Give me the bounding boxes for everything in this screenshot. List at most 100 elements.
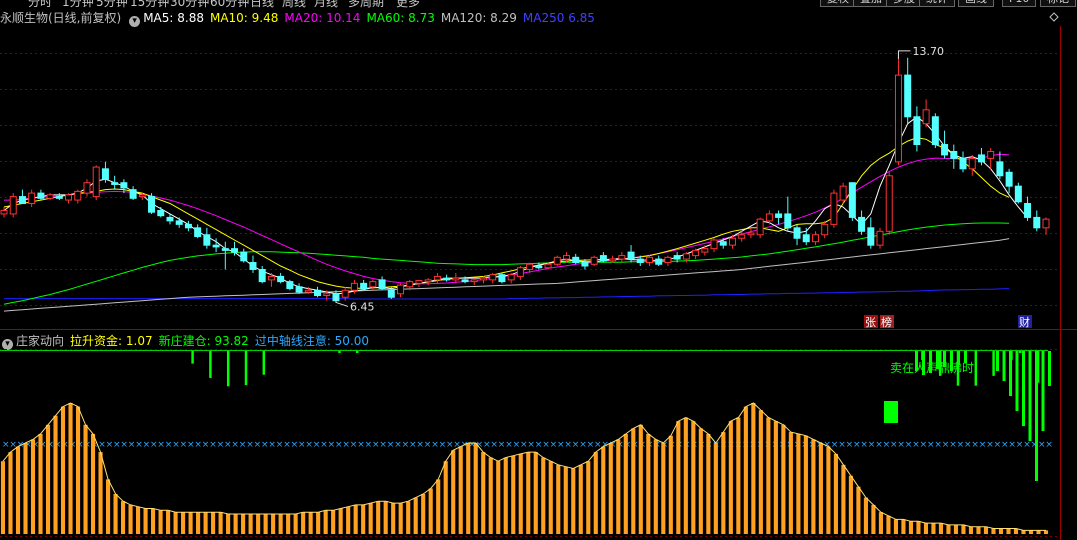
ma10-line [3,137,1010,289]
candle-body [830,192,838,225]
lasheng-bar [443,461,448,534]
lasheng-bar [893,519,898,534]
lasheng-bar [863,497,868,534]
candle-body [387,289,395,298]
midline-marker: × [587,440,595,450]
candle-body [480,277,488,281]
candle-body [673,255,681,260]
lasheng-bar [0,461,6,534]
candle-body [1005,171,1013,187]
midline-marker: × [180,440,188,450]
lasheng-bar [601,446,606,534]
candle-body [194,227,202,238]
lasheng-bar [991,528,996,534]
lasheng-bar [301,512,306,534]
candle-body [28,192,36,205]
candle-body [470,279,478,283]
candle-body [645,256,653,264]
candle-body [775,213,783,218]
lasheng-bar [668,435,673,534]
sell-warning-text: 卖在人声鼎沸时! [890,361,979,375]
sell-zone-bar [1028,351,1032,441]
lasheng-bar [83,424,88,534]
lasheng-bar [766,417,771,534]
lasheng-bar [376,501,381,534]
lasheng-bar [878,512,883,534]
lasheng-bar [968,526,974,534]
lasheng-bar [713,443,718,534]
candle-body [581,262,589,267]
lasheng-bar [631,428,636,534]
candle-body [166,216,174,222]
lasheng-bar [383,501,388,534]
candle-body [148,196,156,213]
candle-body [83,182,91,194]
lasheng-bar [316,512,321,534]
candle-body [203,234,211,246]
candle-body [811,234,819,243]
lasheng-bar [188,512,193,534]
lasheng-bar [938,523,944,534]
xinzhuang-bar [226,351,230,387]
chart-canvas[interactable]: 13.706.45张榜财× × × × × × × × × × × × × × × × × × × × × × × × × × × ×… [0,0,1077,540]
lasheng-bar [293,513,298,534]
sell-zone-bar [1048,351,1051,386]
candle-body [590,256,598,265]
lasheng-bar [503,457,508,534]
midline-marker: × [402,440,410,450]
candle-body [378,279,386,290]
lasheng-bar [646,433,651,534]
candle-body [65,194,73,201]
candle-body [719,241,727,246]
candle-body [609,258,617,262]
candle-body [839,185,847,201]
candle-body [1042,218,1050,229]
candle-body [452,277,460,281]
lasheng-bar [1036,530,1041,534]
lasheng-bar [398,503,403,534]
xinzhuang-bar [356,351,359,353]
candle-body [894,74,902,163]
lasheng-bar [976,526,981,534]
xinzhuang-bar [262,351,266,375]
lasheng-bar [908,521,913,534]
candle-body [526,263,534,270]
lasheng-bar [166,510,171,534]
candle-body [231,248,239,253]
lasheng-bar [811,439,816,534]
candle-body [1033,216,1041,229]
candle-body [987,150,995,159]
lasheng-bar [143,508,148,534]
tag-zhang: 张 [865,316,876,329]
lasheng-bar [848,475,853,534]
lasheng-bar [886,515,891,534]
candle-body [221,248,229,251]
lasheng-bar [781,424,786,534]
midline-marker: × [883,440,891,450]
lasheng-bar [916,521,921,534]
xinzhuang-bar [209,351,212,378]
candle-body [876,230,884,246]
lasheng-bar [608,443,613,534]
high-label: 13.70 [912,45,944,58]
lasheng-bar [1006,528,1011,534]
midline-marker: × [254,440,262,450]
candle-body [756,218,764,236]
candle-body [360,282,368,290]
lasheng-bar [158,510,163,534]
lasheng-bar [75,406,81,534]
candle-body [120,182,128,189]
lasheng-bar [556,464,561,534]
lasheng-bar [128,504,133,534]
lasheng-bar [8,452,13,534]
lasheng-bar [203,512,208,534]
candle-body [977,154,985,163]
lasheng-bar [743,406,748,534]
xinzhuang-bar [992,351,995,376]
lasheng-bar [683,417,688,534]
lasheng-bar [473,443,478,534]
candle-body [655,258,663,265]
lasheng-bar [803,435,808,534]
lasheng-bar [38,433,43,534]
candle-body [258,268,266,283]
